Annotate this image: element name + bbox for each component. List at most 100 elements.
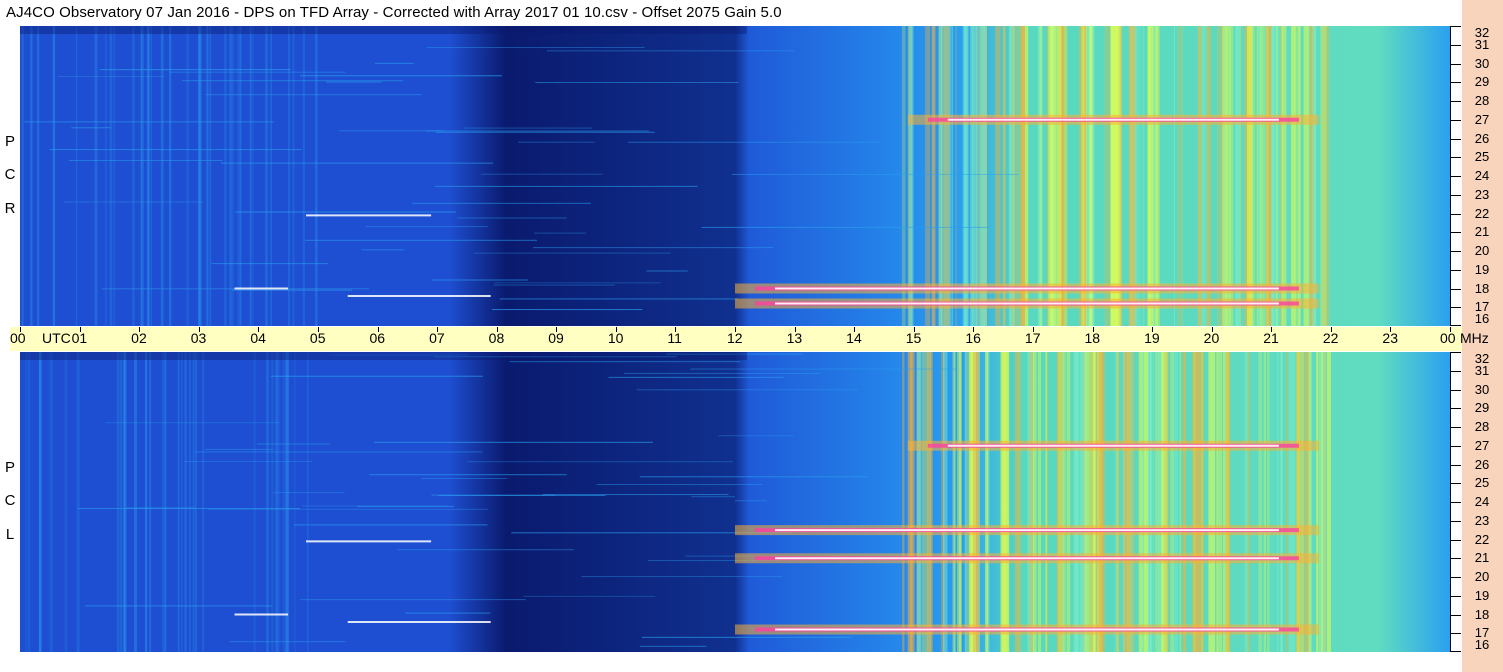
activity-streak [1160,352,1164,652]
interference-line [534,232,587,234]
interference-line [734,500,767,502]
background-streak [271,352,274,652]
activity-streak [1259,26,1265,326]
background-streak [202,352,205,652]
activity-streak [1281,26,1284,326]
time-tick-label: 06 [369,330,386,346]
activity-streak [940,352,944,652]
activity-streak [1067,352,1071,652]
activity-streak [1056,26,1062,326]
frequency-tick [1451,427,1461,428]
activity-streak [1034,352,1037,652]
band-peak [775,287,1279,290]
background-streak [315,26,318,326]
frequency-tick-label: 32 [1474,25,1490,40]
activity-streak [1280,352,1283,652]
frequency-tick [1451,539,1461,541]
frequency-tick [1451,577,1461,578]
interference-line [596,484,763,486]
spectrogram-rcp [20,26,1450,326]
rcp-label: P C R [0,26,20,326]
interference-line [169,71,346,73]
frequency-tick [1451,408,1461,410]
time-tick-label: 17 [1024,330,1041,346]
time-tick-label: 19 [1144,330,1160,346]
activity-streak [1063,352,1067,652]
frequency-tick [1451,502,1461,503]
interference-line [405,612,491,614]
activity-streak [931,26,936,326]
frequency-tick [1451,307,1461,309]
interference-line [432,279,529,281]
interference-line [211,263,329,265]
activity-streak [1198,26,1202,326]
interference-line [636,389,859,391]
activity-streak [1194,352,1199,652]
time-tick-label: 14 [846,330,862,346]
background-streak [104,26,107,326]
frequency-tick-label: 27 [1474,437,1490,453]
background-streak [37,26,40,326]
frequency-tick [1451,213,1461,215]
activity-streak [1246,26,1253,326]
interference-line [425,130,650,132]
time-tick-label: 23 [1382,330,1398,346]
background-streak [266,26,268,326]
interference-line [71,127,111,129]
interference-line [195,451,483,453]
time-tick-label: 04 [250,330,266,346]
frequency-axis-lcp [1450,352,1463,652]
interference-line [205,94,422,96]
activity-streak [1303,26,1309,326]
activity-streak [1177,26,1183,326]
spectrogram-background [20,352,1450,652]
night-signal [347,295,491,297]
activity-streak [1228,26,1234,326]
frequency-tick-label: 20 [1474,243,1490,258]
activity-streak [907,352,915,652]
background-streak [237,26,240,326]
background-streak [49,352,52,652]
interference-line [220,162,493,164]
background-streak [198,26,202,326]
interference-line [105,422,280,424]
activity-streak [1021,26,1025,326]
activity-streak [972,26,974,326]
interference-line [361,249,405,251]
activity-streak [1045,352,1048,652]
frequency-tick-label: 17 [1474,625,1490,641]
time-tick-label: 15 [905,330,922,346]
activity-streak [951,26,953,326]
time-axis: 00 01 02 03 04 05 06 07 08 09 10 11 12 13 14 15 16 17 18 19… [10,327,1489,351]
activity-streak [1179,352,1182,652]
lcp-label: P C L [0,352,20,652]
background-streak [30,26,33,326]
background-streak [249,26,252,326]
band-peak [947,118,1279,121]
activity-streak [1263,352,1267,652]
background-streak [78,352,80,652]
frequency-tick-label: 22 [1474,531,1490,547]
time-tick-label: 13 [786,330,803,346]
spectrogram-lcp [20,352,1450,652]
activity-streak [1326,352,1331,652]
band-peak [775,529,1279,532]
activity-streak [1090,26,1094,326]
activity-streak [975,26,981,326]
time-tick-label: 00 [1440,330,1456,346]
frequency-tick-label: 19 [1474,261,1490,277]
interference-line [365,226,488,228]
activity-streak [1277,352,1279,652]
activity-streak [1149,352,1153,652]
activity-streak [1296,352,1300,652]
interference-line [718,435,794,437]
activity-streak [1098,352,1104,652]
activity-streak [907,26,914,326]
interference-line [182,80,404,82]
activity-streak [1206,26,1211,326]
background-streak [285,352,289,652]
interference-line [234,211,456,213]
frequency-tick-label: 18 [1474,606,1490,622]
activity-streak [1073,352,1078,652]
frequency-tick-label: 25 [1474,149,1490,165]
